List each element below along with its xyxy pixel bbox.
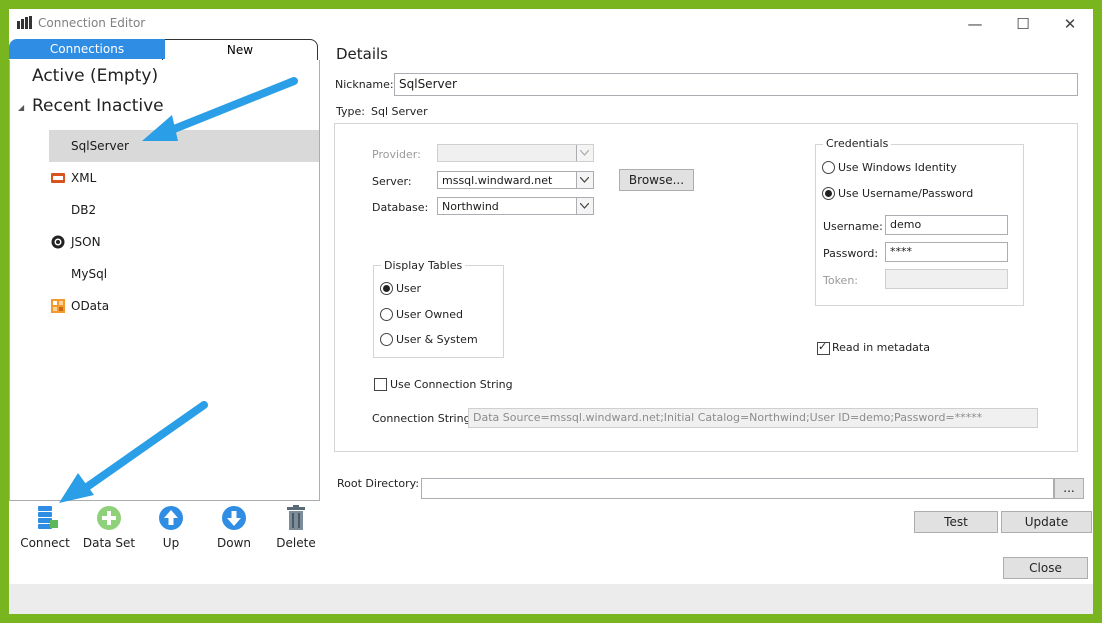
credentials-title: Credentials — [823, 137, 892, 150]
tree-item-db2[interactable]: DB2 — [49, 194, 319, 226]
read-metadata-checkbox[interactable] — [817, 340, 830, 355]
close-button[interactable]: Close — [1003, 557, 1088, 579]
password-label: Password: — [823, 247, 879, 260]
database-connect-icon — [38, 506, 58, 529]
tree-item-mysql[interactable]: MySql — [49, 258, 319, 290]
odata-icon — [51, 299, 65, 313]
username-password-radio[interactable] — [822, 187, 835, 200]
connect-button[interactable]: Connect — [15, 504, 75, 550]
expand-arrow-icon[interactable]: ◢ — [18, 103, 24, 112]
browse-button[interactable]: Browse... — [619, 169, 694, 191]
provider-combo — [437, 144, 594, 162]
server-label: Server: — [372, 175, 412, 188]
chevron-down-icon — [576, 145, 593, 161]
token-label: Token: — [823, 274, 859, 287]
root-directory-input[interactable] — [421, 478, 1054, 499]
username-label: Username: — [823, 220, 883, 233]
username-input[interactable]: demo — [885, 215, 1008, 235]
display-user-radio[interactable] — [380, 282, 393, 295]
username-password-label[interactable]: Use Username/Password — [838, 187, 973, 200]
database-value: Northwind — [442, 200, 499, 213]
display-user-system-radio[interactable] — [380, 333, 393, 346]
tree-item-label: MySql — [71, 267, 108, 281]
left-tabs: New Connections — [9, 39, 319, 61]
display-tables-title: Display Tables — [381, 259, 466, 272]
dataset-label: Data Set — [82, 536, 136, 550]
title-bar: Connection Editor — ☐ ✕ — [9, 9, 1093, 37]
down-label: Down — [216, 536, 251, 550]
password-input[interactable]: **** — [885, 242, 1008, 262]
xml-icon — [51, 173, 65, 183]
windows-identity-radio[interactable] — [822, 161, 835, 174]
annotation-arrow-icon — [59, 401, 208, 503]
tree-item-label: OData — [71, 299, 110, 313]
chevron-down-icon[interactable] — [576, 198, 593, 214]
server-combo[interactable]: mssql.windward.net — [437, 171, 594, 189]
tree-item-label: XML — [71, 171, 97, 185]
database-combo[interactable]: Northwind — [437, 197, 594, 215]
display-user-owned-radio[interactable] — [380, 308, 393, 321]
status-bar — [9, 584, 1093, 614]
nickname-input[interactable]: SqlServer — [394, 73, 1078, 96]
server-value: mssql.windward.net — [442, 174, 553, 187]
close-window-button[interactable]: ✕ — [1055, 14, 1085, 34]
root-directory-label: Root Directory: — [337, 477, 420, 490]
connection-string-label: Connection String: — [372, 412, 475, 425]
nickname-label: Nickname: — [335, 78, 394, 91]
chevron-down-icon[interactable] — [576, 172, 593, 188]
use-connection-string-checkbox[interactable] — [374, 378, 387, 391]
delete-label: Delete — [276, 536, 316, 550]
dataset-button[interactable]: Data Set — [79, 504, 139, 550]
tree-item-json[interactable]: JSON — [49, 226, 319, 258]
connection-string-input: Data Source=mssql.windward.net;Initial C… — [468, 408, 1038, 428]
connect-label: Connect — [20, 536, 70, 550]
tree-item-label: SqlServer — [71, 139, 129, 153]
update-button[interactable]: Update — [1001, 511, 1092, 533]
display-user-label[interactable]: User — [396, 282, 421, 295]
down-button[interactable]: Down — [204, 504, 264, 550]
add-circle-icon — [97, 506, 121, 530]
trash-icon — [287, 505, 305, 530]
use-connection-string-label[interactable]: Use Connection String — [390, 378, 513, 391]
root-directory-browse-button[interactable]: ... — [1054, 478, 1084, 499]
app-bar-chart-icon — [17, 16, 32, 29]
tree-item-label: DB2 — [71, 203, 97, 217]
up-button[interactable]: Up — [141, 504, 201, 550]
tab-connections[interactable]: Connections — [9, 39, 165, 59]
type-label: Type: — [336, 105, 365, 118]
tree-item-odata[interactable]: OData — [49, 290, 319, 322]
display-user-owned-label[interactable]: User Owned — [396, 308, 463, 321]
delete-button[interactable]: Delete — [266, 504, 326, 550]
window-title: Connection Editor — [38, 16, 146, 30]
annotation-arrow-icon — [142, 77, 298, 141]
token-input — [885, 269, 1008, 289]
type-value: Sql Server — [371, 105, 428, 118]
tree-item-xml[interactable]: XML — [49, 162, 319, 194]
details-heading: Details — [336, 45, 389, 63]
display-user-system-label[interactable]: User & System — [396, 333, 478, 346]
tab-new[interactable]: New — [162, 39, 318, 61]
arrow-up-icon — [159, 506, 183, 530]
connection-editor-window: Connection Editor — ☐ ✕ New Connections … — [9, 9, 1093, 614]
windows-identity-label[interactable]: Use Windows Identity — [838, 161, 957, 174]
test-button[interactable]: Test — [914, 511, 998, 533]
json-icon — [51, 235, 65, 249]
database-label: Database: — [372, 201, 429, 214]
arrow-down-icon — [222, 506, 246, 530]
maximize-button[interactable]: ☐ — [1008, 14, 1038, 34]
provider-label: Provider: — [372, 148, 421, 161]
minimize-button[interactable]: — — [960, 14, 990, 34]
read-metadata-label[interactable]: Read in metadata — [832, 341, 930, 354]
tree-item-label: JSON — [71, 235, 101, 249]
up-label: Up — [162, 536, 180, 550]
